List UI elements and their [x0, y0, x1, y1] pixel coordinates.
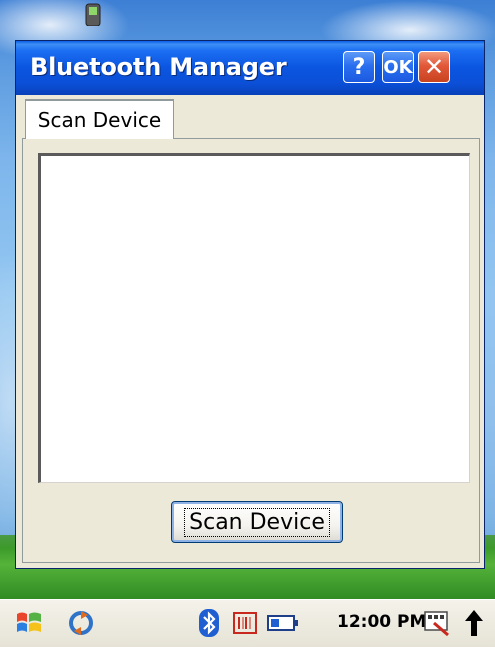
taskbar: 12:00 PM	[0, 599, 495, 647]
scan-device-button-label: Scan Device	[184, 507, 330, 537]
device-list[interactable]	[38, 153, 470, 483]
phone-icon	[85, 3, 101, 26]
title-bar[interactable]: Bluetooth Manager ? OK ✕	[16, 41, 484, 95]
barcode-scanner-icon[interactable]	[232, 608, 258, 638]
scan-device-button[interactable]: Scan Device	[171, 501, 343, 543]
tab-scan-device[interactable]: Scan Device	[25, 99, 174, 139]
ok-button[interactable]: OK	[382, 51, 414, 83]
bluetooth-manager-window: Bluetooth Manager ? OK ✕ Scan Device Sca…	[15, 40, 485, 569]
sync-icon[interactable]	[66, 608, 96, 638]
help-button[interactable]: ?	[343, 51, 375, 83]
arrow-up-icon[interactable]	[462, 608, 486, 638]
input-panel-icon[interactable]	[422, 608, 452, 638]
windows-start-icon[interactable]	[14, 608, 44, 638]
clock[interactable]: 12:00 PM	[337, 612, 426, 632]
close-button[interactable]: ✕	[418, 51, 450, 83]
bluetooth-icon[interactable]	[198, 608, 220, 638]
window-title: Bluetooth Manager	[30, 53, 287, 81]
battery-icon[interactable]	[266, 608, 300, 638]
